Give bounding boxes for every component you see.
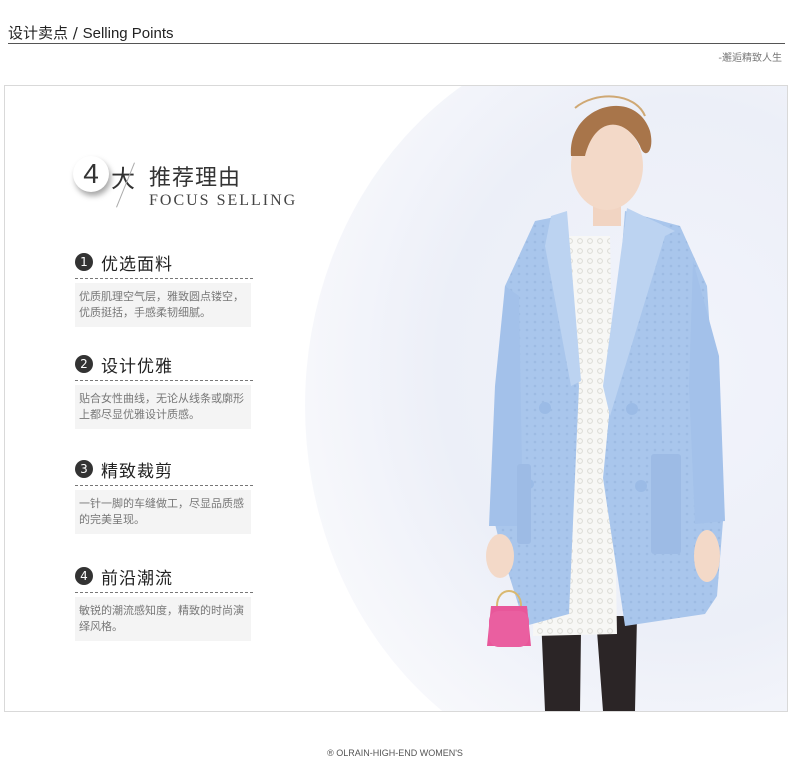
point-number: 4 xyxy=(75,567,93,585)
point-design: 2 设计优雅 贴合女性曲线，无论从线条或廓形上都尽显优雅设计质感。 xyxy=(75,352,255,429)
point-number: 2 xyxy=(75,355,93,373)
point-number: 1 xyxy=(75,253,93,271)
point-title: 优选面料 xyxy=(101,254,173,275)
header-title-sep: / xyxy=(68,24,83,42)
header-title-en: Selling Points xyxy=(82,25,174,42)
footer-brand: ® OLRAIN-HIGH-END WOMEN'S xyxy=(327,748,463,758)
point-divider xyxy=(75,380,253,381)
header-divider xyxy=(8,43,785,44)
point-divider xyxy=(75,592,253,593)
headline-number-badge: 4 xyxy=(73,156,109,192)
point-text: 贴合女性曲线，无论从线条或廓形上都尽显优雅设计质感。 xyxy=(75,385,251,429)
tagline: -邂逅精致人生 xyxy=(718,53,782,64)
point-text: 敏锐的潮流感知度，精致的时尚演绎风格。 xyxy=(75,597,251,641)
model-photo xyxy=(486,95,725,711)
headline-title-cn: 推荐理由 xyxy=(149,166,242,191)
point-trend: 4 前沿潮流 敏锐的潮流感知度，精致的时尚演绎风格。 xyxy=(75,564,255,641)
point-title: 设计优雅 xyxy=(101,356,173,377)
point-text: 优质肌理空气层，雅致圆点镂空，优质挺括，手感柔韧细腻。 xyxy=(75,283,251,327)
headline-title-en: FOCUS SELLING xyxy=(149,192,298,209)
header-title-cn: 设计卖点 xyxy=(8,24,69,42)
point-tailoring: 3 精致裁剪 一针一脚的车缝做工，尽显品质感的完美呈现。 xyxy=(75,457,255,534)
point-text: 一针一脚的车缝做工，尽显品质感的完美呈现。 xyxy=(75,490,251,534)
point-number: 3 xyxy=(75,460,93,478)
point-title: 前沿潮流 xyxy=(101,568,173,589)
point-title: 精致裁剪 xyxy=(101,461,173,482)
header-title: 设计卖点 / Selling Points xyxy=(8,22,174,43)
point-divider xyxy=(75,278,253,279)
selling-points-panel: 4 大 推荐理由 FOCUS SELLING 1 优选面料 优质肌理空气层，雅致圆… xyxy=(4,85,788,712)
point-fabric: 1 优选面料 优质肌理空气层，雅致圆点镂空，优质挺括，手感柔韧细腻。 xyxy=(75,250,255,327)
point-divider xyxy=(75,485,253,486)
